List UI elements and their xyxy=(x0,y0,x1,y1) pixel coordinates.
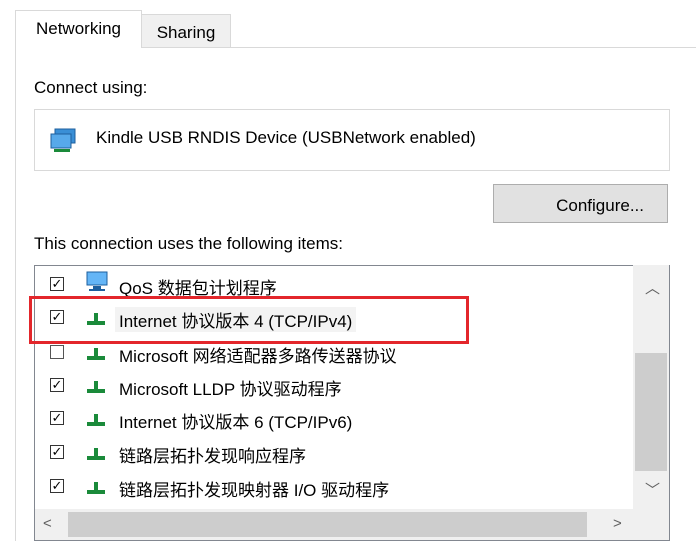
tab-networking[interactable]: Networking xyxy=(15,10,142,48)
list-item[interactable]: ✓ Internet 协议版本 4 (TCP/IPv4) xyxy=(35,301,635,333)
connect-using-label: Connect using: xyxy=(34,78,148,97)
device-name: Kindle USB RNDIS Device (USBNetwork enab… xyxy=(96,128,476,147)
item-checkbox[interactable]: ✓ xyxy=(50,479,64,493)
protocol-icon xyxy=(87,381,105,393)
item-checkbox[interactable]: ✓ xyxy=(50,310,64,324)
protocol-icon xyxy=(87,348,105,360)
item-checkbox[interactable]: ✓ xyxy=(50,445,64,459)
list-item[interactable]: ✓ Microsoft LLDP 协议驱动程序 xyxy=(35,369,635,401)
vertical-scrollbar[interactable]: ︿ ﹀ xyxy=(633,265,669,509)
item-label: 链路层拓扑发现映射器 I/O 驱动程序 xyxy=(119,481,390,500)
chevron-up-icon[interactable]: ︿ xyxy=(645,277,660,298)
horizontal-scroll-thumb[interactable] xyxy=(68,512,587,537)
list-item[interactable]: Microsoft 网络适配器多路传送器协议 xyxy=(35,336,635,368)
items-list: ✓ QoS 数据包计划程序 ✓ Internet 协议版本 4 (TCP/IPv… xyxy=(34,265,670,541)
horizontal-scrollbar[interactable]: < > xyxy=(35,509,633,540)
list-item[interactable]: ✓ Internet 协议版本 6 (TCP/IPv6) xyxy=(35,402,635,434)
tab-sharing[interactable]: Sharing xyxy=(141,14,231,48)
chevron-left-icon[interactable]: < xyxy=(43,515,52,532)
protocol-icon xyxy=(87,482,105,494)
item-checkbox[interactable] xyxy=(50,345,64,359)
item-label: Internet 协议版本 6 (TCP/IPv6) xyxy=(119,413,353,432)
item-label: QoS 数据包计划程序 xyxy=(119,279,277,298)
scrollbar-corner xyxy=(633,509,669,540)
configure-button[interactable]: Configure... xyxy=(493,184,668,223)
protocol-icon xyxy=(87,448,105,460)
network-adapter-icon xyxy=(50,128,76,152)
list-item[interactable]: ✓ QoS 数据包计划程序 xyxy=(35,268,635,300)
protocol-icon xyxy=(87,414,105,426)
item-label: Microsoft 网络适配器多路传送器协议 xyxy=(119,347,397,366)
item-label: Internet 协议版本 4 (TCP/IPv4) xyxy=(115,307,357,332)
protocol-icon xyxy=(87,313,105,325)
device-box: Kindle USB RNDIS Device (USBNetwork enab… xyxy=(34,109,670,171)
qos-icon xyxy=(86,271,108,291)
items-label: This connection uses the following items… xyxy=(34,234,343,253)
item-checkbox[interactable]: ✓ xyxy=(50,277,64,291)
tab-strip: Networking Sharing xyxy=(0,0,696,48)
list-item[interactable]: ✓ 链路层拓扑发现响应程序 xyxy=(35,436,635,468)
item-checkbox[interactable]: ✓ xyxy=(50,411,64,425)
chevron-right-icon[interactable]: > xyxy=(613,515,622,532)
list-item[interactable]: ✓ 链路层拓扑发现映射器 I/O 驱动程序 xyxy=(35,470,635,502)
item-label: 链路层拓扑发现响应程序 xyxy=(119,447,306,466)
chevron-down-icon[interactable]: ﹀ xyxy=(645,479,660,500)
vertical-scroll-thumb[interactable] xyxy=(635,353,667,471)
item-label: Microsoft LLDP 协议驱动程序 xyxy=(119,380,342,399)
item-checkbox[interactable]: ✓ xyxy=(50,378,64,392)
